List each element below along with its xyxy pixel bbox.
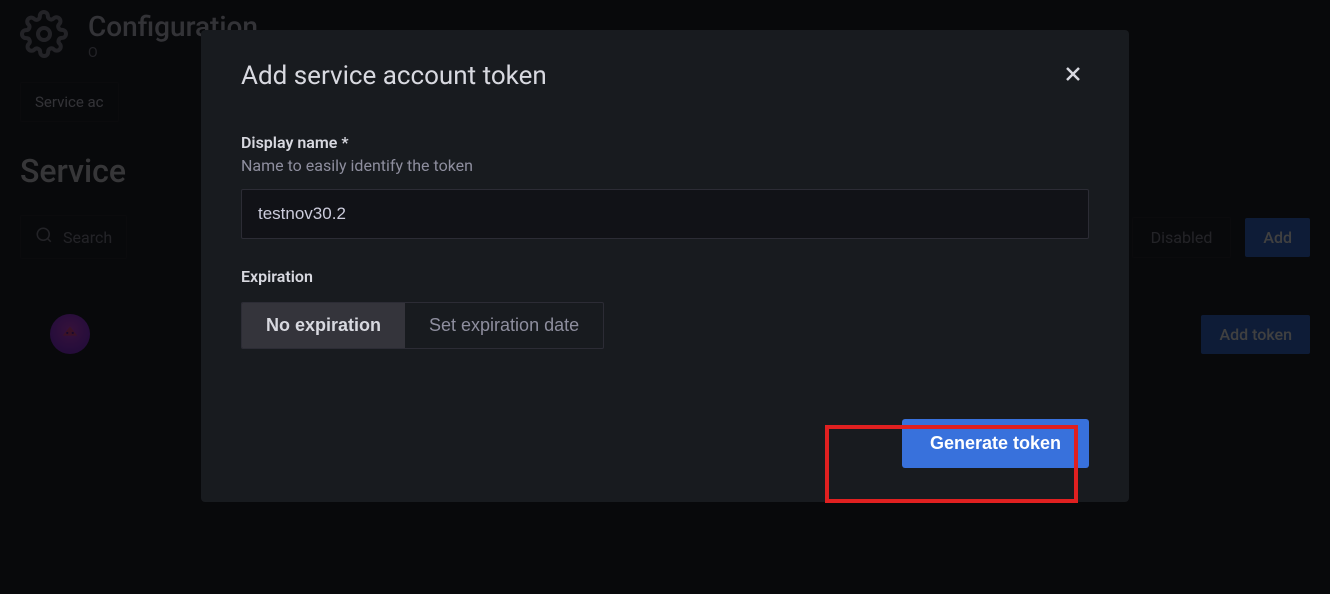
modal-overlay: Add service account token Display name *… [0, 0, 1330, 594]
no-expiration-option[interactable]: No expiration [242, 303, 405, 348]
display-name-label: Display name * [241, 133, 1089, 152]
modal-title: Add service account token [241, 61, 547, 91]
add-token-modal: Add service account token Display name *… [201, 30, 1129, 502]
expiration-toggle-group: No expiration Set expiration date [241, 302, 604, 349]
expiration-label: Expiration [241, 267, 1089, 286]
display-name-input[interactable] [241, 189, 1089, 239]
close-button[interactable] [1057, 58, 1089, 93]
generate-token-button[interactable]: Generate token [902, 419, 1089, 468]
display-name-hint: Name to easily identify the token [241, 156, 1089, 175]
close-icon [1061, 74, 1085, 89]
set-expiration-option[interactable]: Set expiration date [405, 303, 603, 348]
